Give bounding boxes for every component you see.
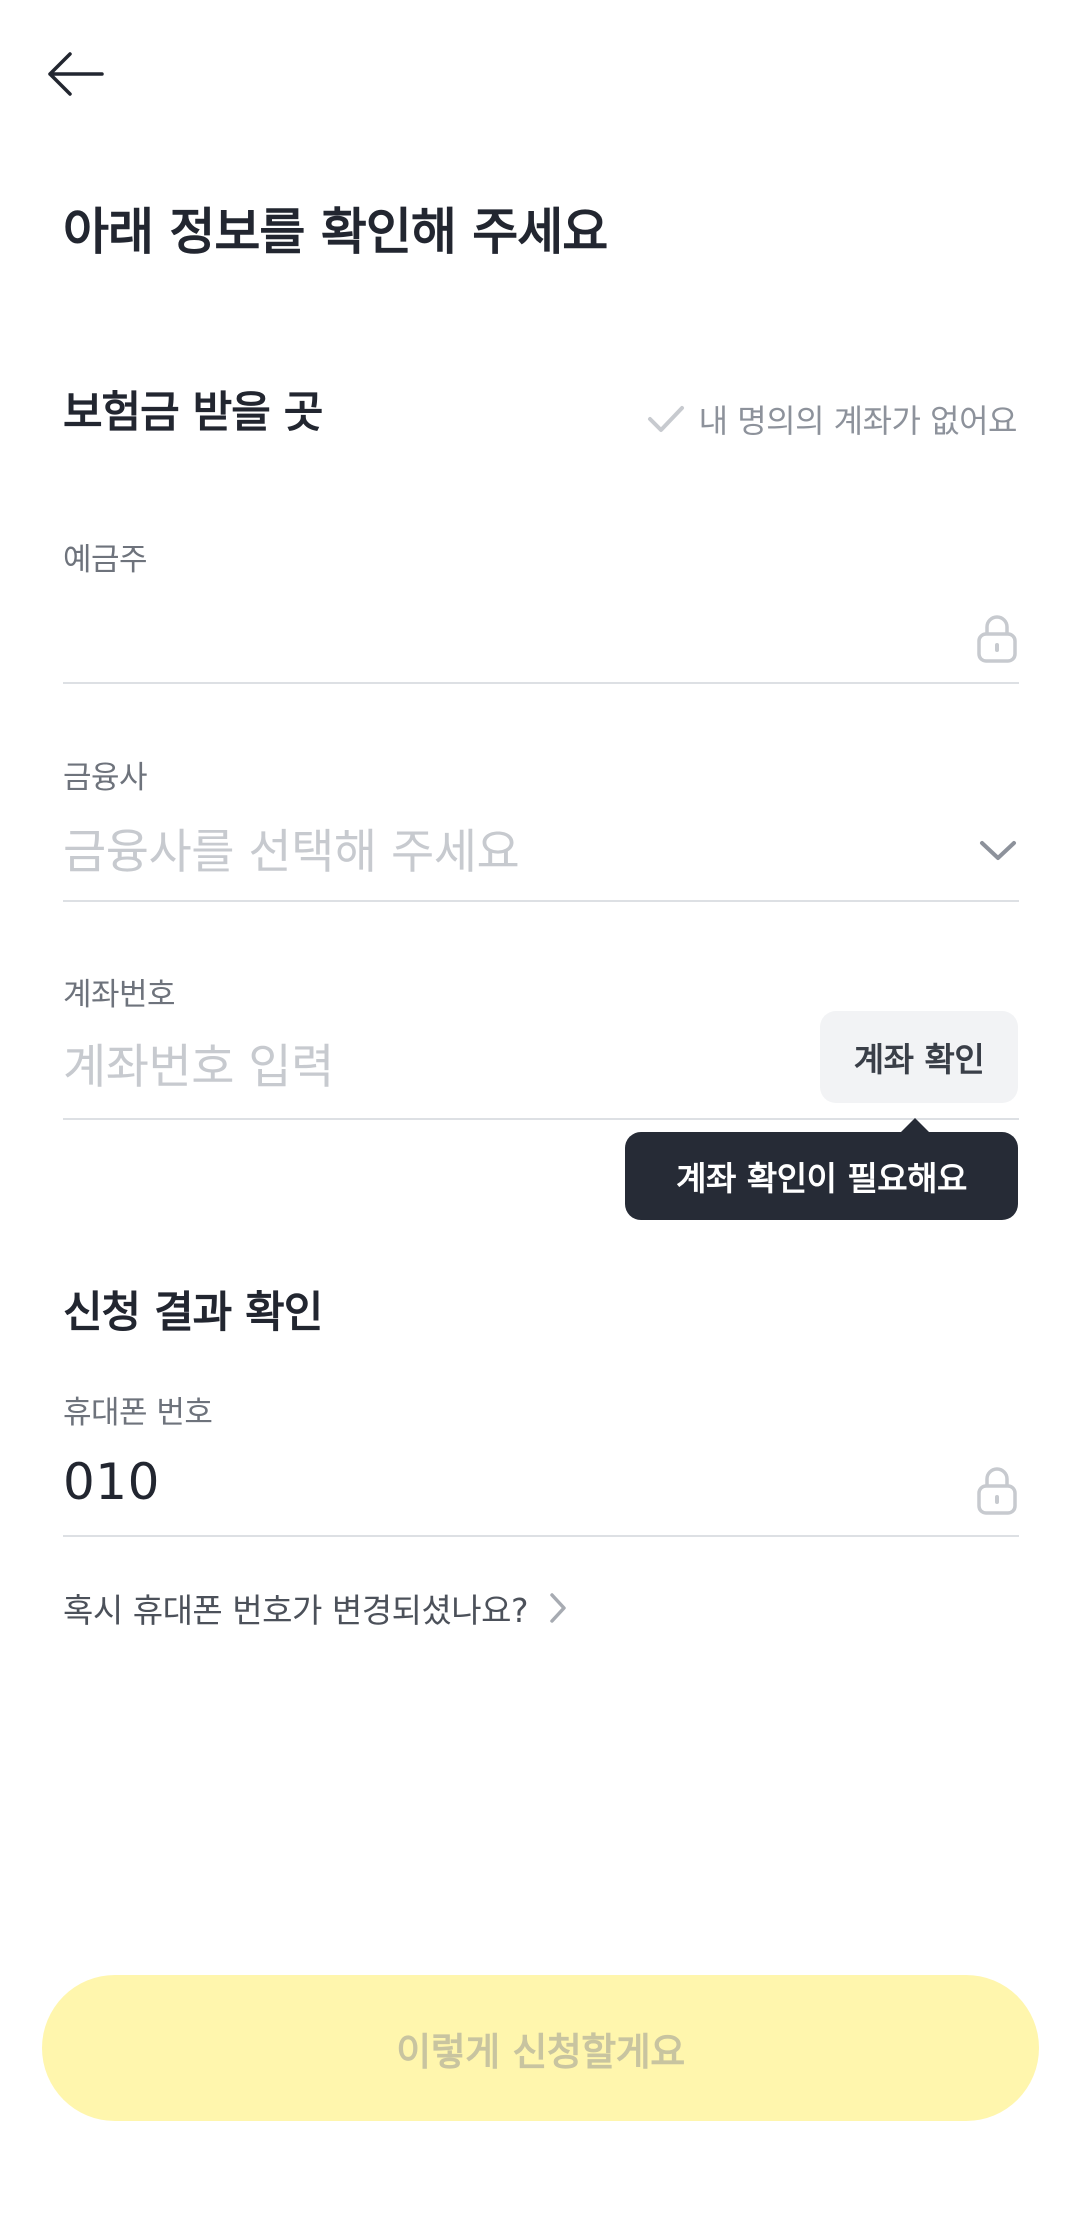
holder-label: 예금주 (63, 542, 148, 578)
lock-icon (977, 615, 1017, 663)
holder-field-underline (63, 682, 1019, 684)
account-field-underline (63, 1118, 1019, 1120)
phone-change-link[interactable]: 혹시 휴대폰 번호가 변경되셨나요? (63, 1584, 568, 1632)
no-account-label: 내 명의의 계좌가 없어요 (698, 402, 1018, 440)
phone-change-label: 혹시 휴대폰 번호가 변경되셨나요? (63, 1591, 529, 1630)
account-number-input[interactable]: 계좌번호 입력 (63, 1028, 334, 1097)
section-title-payout: 보험금 받을 곳 (63, 388, 323, 438)
back-button[interactable] (40, 46, 110, 102)
verify-account-button[interactable]: 계좌 확인 (820, 1011, 1018, 1103)
section-title-result: 신청 결과 확인 (63, 1288, 323, 1338)
claim-form-screen: 아래 정보를 확인해 주세요 보험금 받을 곳 내 명의의 계좌가 없어요 예금… (0, 0, 1080, 2221)
phone-label: 휴대폰 번호 (63, 1395, 213, 1431)
verify-tooltip: 계좌 확인이 필요해요 (625, 1132, 1018, 1220)
phone-value: 010 (63, 1453, 160, 1511)
submit-button[interactable]: 이렇게 신청할게요 (42, 1975, 1039, 2121)
bank-select[interactable]: 금융사를 선택해 주세요 (63, 813, 520, 882)
account-label: 계좌번호 (63, 977, 176, 1013)
arrow-left-icon (48, 52, 104, 96)
chevron-down-icon[interactable] (978, 838, 1018, 864)
lock-icon (977, 1467, 1017, 1515)
bank-label: 금융사 (63, 760, 148, 796)
bank-field-underline (63, 900, 1019, 902)
page-title: 아래 정보를 확인해 주세요 (63, 203, 608, 261)
phone-field-underline (63, 1535, 1019, 1537)
chevron-right-icon (550, 1593, 566, 1623)
no-account-checkbox[interactable]: 내 명의의 계좌가 없어요 (647, 396, 1018, 442)
check-icon (647, 406, 684, 432)
